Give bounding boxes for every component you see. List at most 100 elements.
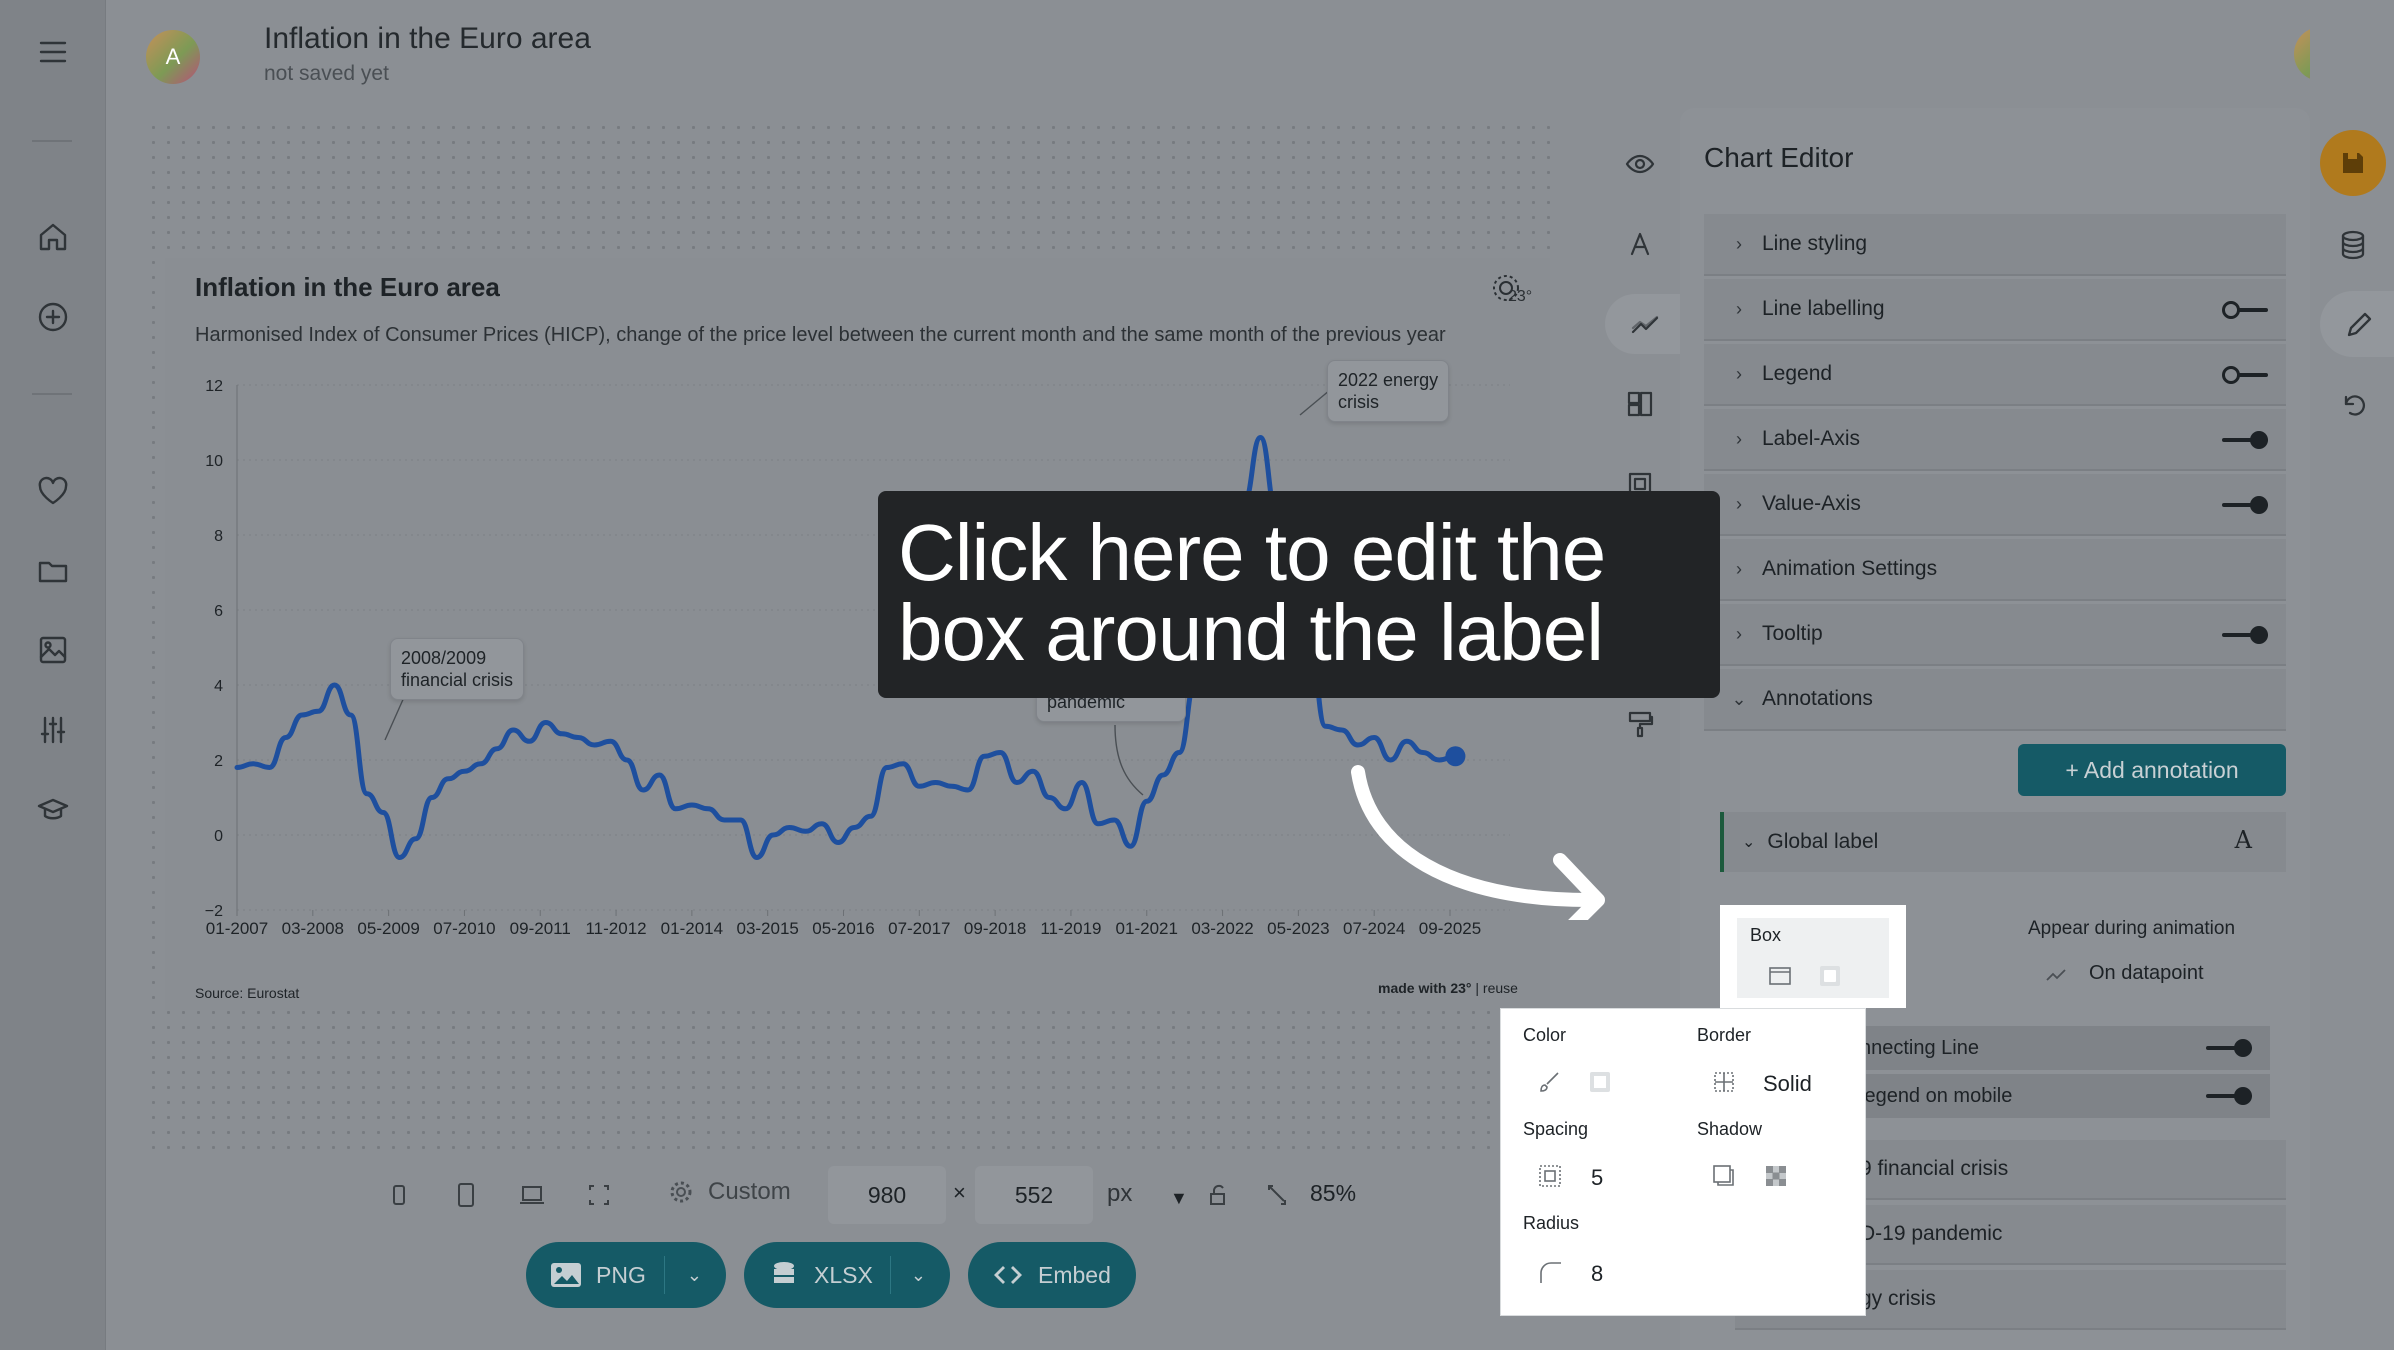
x-tick-label: 05-2009 [357, 919, 419, 938]
chart-source[interactable]: Source: Eurostat [195, 985, 299, 1001]
legend-toggle[interactable] [2222, 366, 2268, 384]
y-tick-label: 8 [214, 528, 223, 545]
folder-icon[interactable] [31, 549, 75, 593]
appear-on-datapoint-option[interactable]: On datapoint [2045, 962, 2204, 985]
legend-on-mobile-toggle[interactable] [2206, 1087, 2252, 1105]
y-tick-label: 4 [214, 678, 223, 695]
menu-icon[interactable] [31, 30, 75, 74]
section-label: Line labelling [1762, 297, 1885, 320]
box-frame-icon[interactable] [1768, 964, 1792, 988]
zoom-fit-icon[interactable] [1262, 1178, 1292, 1212]
spacing-input[interactable]: 5 [1591, 1165, 1603, 1191]
section-value-axis[interactable]: › Value-Axis [1704, 474, 2286, 536]
color-swatch[interactable] [1587, 1069, 1613, 1095]
y-tick-label: 12 [205, 378, 223, 395]
caret-down-icon[interactable]: ▼ [1170, 1188, 1188, 1209]
radius-input[interactable]: 8 [1591, 1261, 1603, 1287]
chart-logo: 23° [1488, 270, 1532, 310]
database-icon [768, 1261, 800, 1289]
x-tick-label: 09-2025 [1419, 919, 1481, 938]
save-status: not saved yet [264, 62, 389, 85]
global-label-title: Global label [1767, 830, 1879, 853]
x-tick-label: 01-2014 [661, 919, 723, 938]
add-circle-icon[interactable] [31, 295, 75, 339]
sliders-icon[interactable] [31, 708, 75, 752]
eye-icon[interactable] [1605, 134, 1675, 194]
chevron-down-icon: ⌄ [1731, 688, 1747, 709]
line-chart-icon[interactable] [1605, 294, 1685, 354]
home-icon[interactable] [31, 215, 75, 259]
annotation-financial-crisis[interactable]: 2008/2009 financial crisis [390, 638, 525, 700]
connecting-line-label: nnecting Line [1860, 1036, 1979, 1059]
section-line-styling[interactable]: › Line styling [1704, 214, 2286, 276]
nav-divider [32, 393, 72, 395]
line-labelling-toggle[interactable] [2222, 301, 2268, 319]
y-tick-label: 10 [205, 453, 223, 470]
x-tick-label: 05-2016 [812, 919, 874, 938]
connecting-line-toggle[interactable] [2206, 1039, 2252, 1057]
fullscreen-icon[interactable] [584, 1178, 614, 1212]
layout-icon[interactable] [1605, 374, 1675, 434]
width-input[interactable] [828, 1166, 946, 1224]
section-label: Line styling [1762, 232, 1868, 255]
chart-credit[interactable]: made with 23° | reuse [1378, 980, 1518, 996]
save-button[interactable] [2320, 130, 2386, 196]
graduation-cap-icon[interactable] [31, 788, 75, 832]
laptop-icon[interactable] [517, 1178, 547, 1212]
color-label: Color [1523, 1025, 1567, 1045]
section-label-axis[interactable]: › Label-Axis [1704, 409, 2286, 471]
chevron-right-icon: › [1736, 493, 1742, 514]
chevron-down-icon[interactable]: ⌄ [687, 1265, 702, 1286]
global-label-section[interactable]: ⌄ Global label A [1720, 812, 2286, 872]
export-png-button[interactable]: PNG ⌄ [526, 1242, 726, 1308]
chevron-down-icon[interactable]: ⌄ [911, 1265, 926, 1286]
font-icon[interactable] [1605, 214, 1675, 274]
unit-select[interactable]: px [1107, 1180, 1132, 1208]
box-settings-popup: Box [1720, 905, 1906, 1008]
chevron-down-icon: ⌄ [1742, 834, 1756, 851]
add-annotation-button[interactable]: + Add annotation [2018, 744, 2286, 796]
document-title[interactable]: Inflation in the Euro area [264, 22, 591, 56]
height-input[interactable] [975, 1166, 1093, 1224]
box-toggle-icon[interactable] [1818, 964, 1842, 988]
export-xlsx-label: XLSX [814, 1261, 873, 1288]
phone-icon[interactable] [384, 1178, 414, 1212]
heart-icon[interactable] [31, 469, 75, 513]
chart-title[interactable]: Inflation in the Euro area [195, 272, 500, 303]
border-style-select[interactable]: Solid [1763, 1071, 1812, 1097]
shadow-swatch[interactable] [1763, 1163, 1789, 1189]
chart-subtitle[interactable]: Harmonised Index of Consumer Prices (HIC… [195, 324, 1446, 347]
label-axis-toggle[interactable] [2222, 431, 2268, 449]
database-icon[interactable] [2320, 212, 2386, 278]
nav-divider [32, 140, 72, 142]
section-tooltip[interactable]: › Tooltip [1704, 604, 2286, 666]
credit-reuse[interactable]: | reuse [1472, 980, 1518, 996]
left-sidebar [0, 0, 106, 1350]
value-axis-toggle[interactable] [2222, 496, 2268, 514]
image-icon[interactable] [31, 628, 75, 672]
shadow-icon[interactable] [1711, 1163, 1737, 1189]
section-animation-settings[interactable]: › Animation Settings [1704, 539, 2286, 601]
paint-roller-icon[interactable] [1605, 694, 1675, 754]
paint-brush-icon[interactable] [1537, 1069, 1563, 1095]
embed-button[interactable]: Embed [968, 1242, 1136, 1308]
annotation-energy-crisis[interactable]: 2022 energy crisis [1327, 360, 1450, 422]
avatar[interactable]: A [146, 30, 200, 84]
onboarding-tooltip: Click here to edit the box around the la… [878, 491, 1720, 698]
size-preset-select[interactable]: Custom [668, 1178, 791, 1206]
section-legend[interactable]: › Legend [1704, 344, 2286, 406]
export-png-label: PNG [596, 1261, 646, 1288]
box-label: Box [1750, 925, 1782, 945]
save-icon [2343, 153, 2363, 173]
pencil-icon[interactable] [2320, 291, 2394, 357]
lock-icon[interactable] [1203, 1178, 1233, 1212]
export-xlsx-button[interactable]: XLSX ⌄ [744, 1242, 950, 1308]
tablet-icon[interactable] [451, 1178, 481, 1212]
spacing-label: Spacing [1523, 1119, 1589, 1139]
undo-icon[interactable] [2320, 371, 2386, 437]
section-line-labelling[interactable]: › Line labelling [1704, 279, 2286, 341]
section-annotations[interactable]: ⌄ Annotations [1704, 669, 2286, 731]
tooltip-toggle[interactable] [2222, 626, 2268, 644]
appear-during-animation-label: Appear during animation [2028, 918, 2236, 939]
font-icon[interactable]: A [2235, 826, 2252, 854]
